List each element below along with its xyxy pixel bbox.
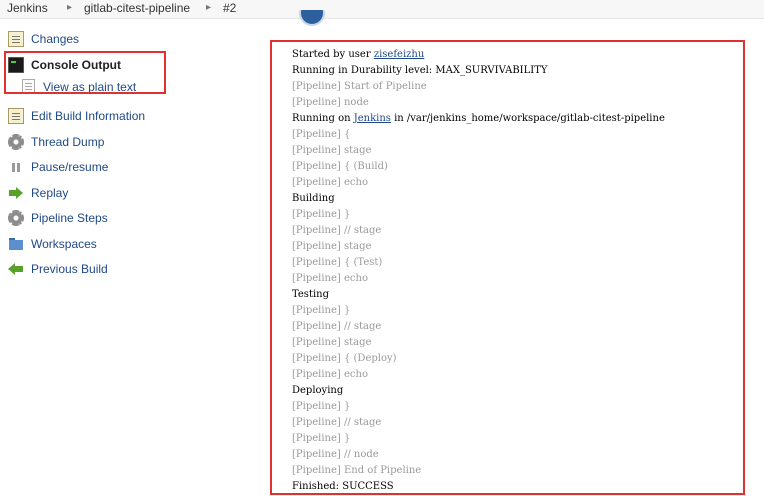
console-text-segment: Running on	[292, 113, 354, 124]
console-text-segment: Running in Durability level: MAX_SURVIVA…	[292, 65, 548, 76]
console-text-segment: [Pipeline] Start of Pipeline	[292, 81, 427, 92]
console-text-segment: Testing	[292, 289, 330, 300]
sidebar-item-label: Edit Build Information	[31, 109, 146, 123]
console-text-segment: [Pipeline] stage	[292, 337, 372, 348]
console-text-segment: [Pipeline] // stage	[292, 417, 382, 428]
console-line: Deploying	[292, 383, 665, 399]
console-text-segment: Finished: SUCCESS	[292, 481, 394, 492]
console-text-segment: [Pipeline] // stage	[292, 321, 382, 332]
console-pipeline-line: [Pipeline] stage	[292, 335, 665, 351]
sidebar-item-label: Previous Build	[31, 262, 108, 276]
gear-icon	[8, 134, 24, 150]
console-link[interactable]: Jenkins	[354, 113, 391, 124]
sidebar-item-label: Replay	[31, 186, 69, 200]
console-pipeline-line: [Pipeline] node	[292, 95, 665, 111]
console-line: Finished: SUCCESS	[292, 479, 665, 495]
console-pipeline-line: [Pipeline] End of Pipeline	[292, 463, 665, 479]
console-pipeline-line: [Pipeline] stage	[292, 143, 665, 159]
console-pipeline-line: [Pipeline] // node	[292, 447, 665, 463]
console-text-segment: [Pipeline] node	[292, 97, 369, 108]
console-text-segment: [Pipeline] End of Pipeline	[292, 465, 422, 476]
console-pipeline-line: [Pipeline] { (Deploy)	[292, 351, 665, 367]
console-pipeline-line: [Pipeline] }	[292, 207, 665, 223]
console-output-panel: Started by user zisefeizhu Running in Dur…	[270, 40, 745, 495]
console-pipeline-line: [Pipeline] {	[292, 127, 665, 143]
breadcrumb: Jenkins ▸ gitlab-citest-pipeline ▸ #2	[0, 0, 764, 19]
sidebar-item-label: Thread Dump	[31, 135, 105, 149]
console-text-segment: in /var/jenkins_home/workspace/gitlab-ci…	[390, 113, 665, 124]
console-text-segment: [Pipeline] stage	[292, 241, 372, 252]
console-pipeline-line: [Pipeline] stage	[292, 239, 665, 255]
console-text: Started by user zisefeizhu Running in Dur…	[292, 47, 665, 495]
console-pipeline-line: [Pipeline] echo	[292, 367, 665, 383]
gear-icon	[8, 210, 24, 226]
jenkins-logo-icon	[299, 10, 325, 26]
notepad-icon	[8, 31, 24, 47]
sidebar-item-label: Changes	[31, 32, 80, 46]
console-line: Building	[292, 191, 665, 207]
breadcrumb-job[interactable]: gitlab-citest-pipeline	[84, 1, 190, 15]
back-arrow-icon	[8, 261, 24, 277]
console-line: Started by user zisefeizhu	[292, 47, 665, 63]
console-pipeline-line: [Pipeline] echo	[292, 271, 665, 287]
console-text-segment: [Pipeline] { (Build)	[292, 161, 388, 172]
console-text-segment: [Pipeline] }	[292, 401, 351, 412]
console-text-segment: [Pipeline] // node	[292, 449, 379, 460]
console-text-segment: [Pipeline] echo	[292, 177, 368, 188]
console-text-segment: [Pipeline] { (Test)	[292, 257, 383, 268]
console-text-segment: [Pipeline] { (Deploy)	[292, 353, 397, 364]
breadcrumb-jenkins[interactable]: Jenkins	[7, 1, 48, 15]
console-text-segment: Building	[292, 193, 335, 204]
console-text-segment: [Pipeline] }	[292, 433, 351, 444]
breadcrumb-separator-icon[interactable]: ▸	[67, 2, 72, 13]
console-pipeline-line: [Pipeline] // stage	[292, 415, 665, 431]
folder-icon	[8, 236, 24, 252]
console-pipeline-line: [Pipeline] { (Test)	[292, 255, 665, 271]
console-pipeline-line: [Pipeline] }	[292, 431, 665, 447]
console-text-segment: Deploying	[292, 385, 344, 396]
console-text-segment: [Pipeline] stage	[292, 145, 372, 156]
console-line: Running on Jenkins in /var/jenkins_home/…	[292, 111, 665, 127]
console-pipeline-line: [Pipeline] // stage	[292, 319, 665, 335]
console-text-segment: [Pipeline] }	[292, 305, 351, 316]
console-text-segment: [Pipeline] // stage	[292, 225, 382, 236]
console-link[interactable]: zisefeizhu	[374, 49, 424, 60]
console-pipeline-line: [Pipeline] Start of Pipeline	[292, 79, 665, 95]
console-text-segment: [Pipeline] echo	[292, 369, 368, 380]
sidebar-item-label: Pause/resume	[31, 160, 109, 174]
console-text-segment: Started by user	[292, 49, 374, 60]
console-pipeline-line: [Pipeline] }	[292, 303, 665, 319]
console-pipeline-line: [Pipeline] // stage	[292, 223, 665, 239]
breadcrumb-build[interactable]: #2	[223, 1, 236, 15]
sidebar-item-label: Workspaces	[31, 237, 97, 251]
breadcrumb-separator-icon[interactable]: ▸	[206, 2, 211, 13]
console-text-segment: [Pipeline] }	[292, 209, 351, 220]
console-text-segment: [Pipeline] echo	[292, 273, 368, 284]
replay-arrow-icon	[8, 185, 24, 201]
console-pipeline-line: [Pipeline] { (Build)	[292, 159, 665, 175]
pause-icon	[8, 159, 24, 175]
console-text-segment: [Pipeline] {	[292, 129, 351, 140]
console-pipeline-line: [Pipeline] }	[292, 399, 665, 415]
console-output-highlight	[4, 51, 166, 94]
console-pipeline-line: [Pipeline] echo	[292, 175, 665, 191]
sidebar-item-label: Pipeline Steps	[31, 211, 108, 225]
notepad-icon	[8, 108, 24, 124]
console-line: Testing	[292, 287, 665, 303]
console-line: Running in Durability level: MAX_SURVIVA…	[292, 63, 665, 79]
